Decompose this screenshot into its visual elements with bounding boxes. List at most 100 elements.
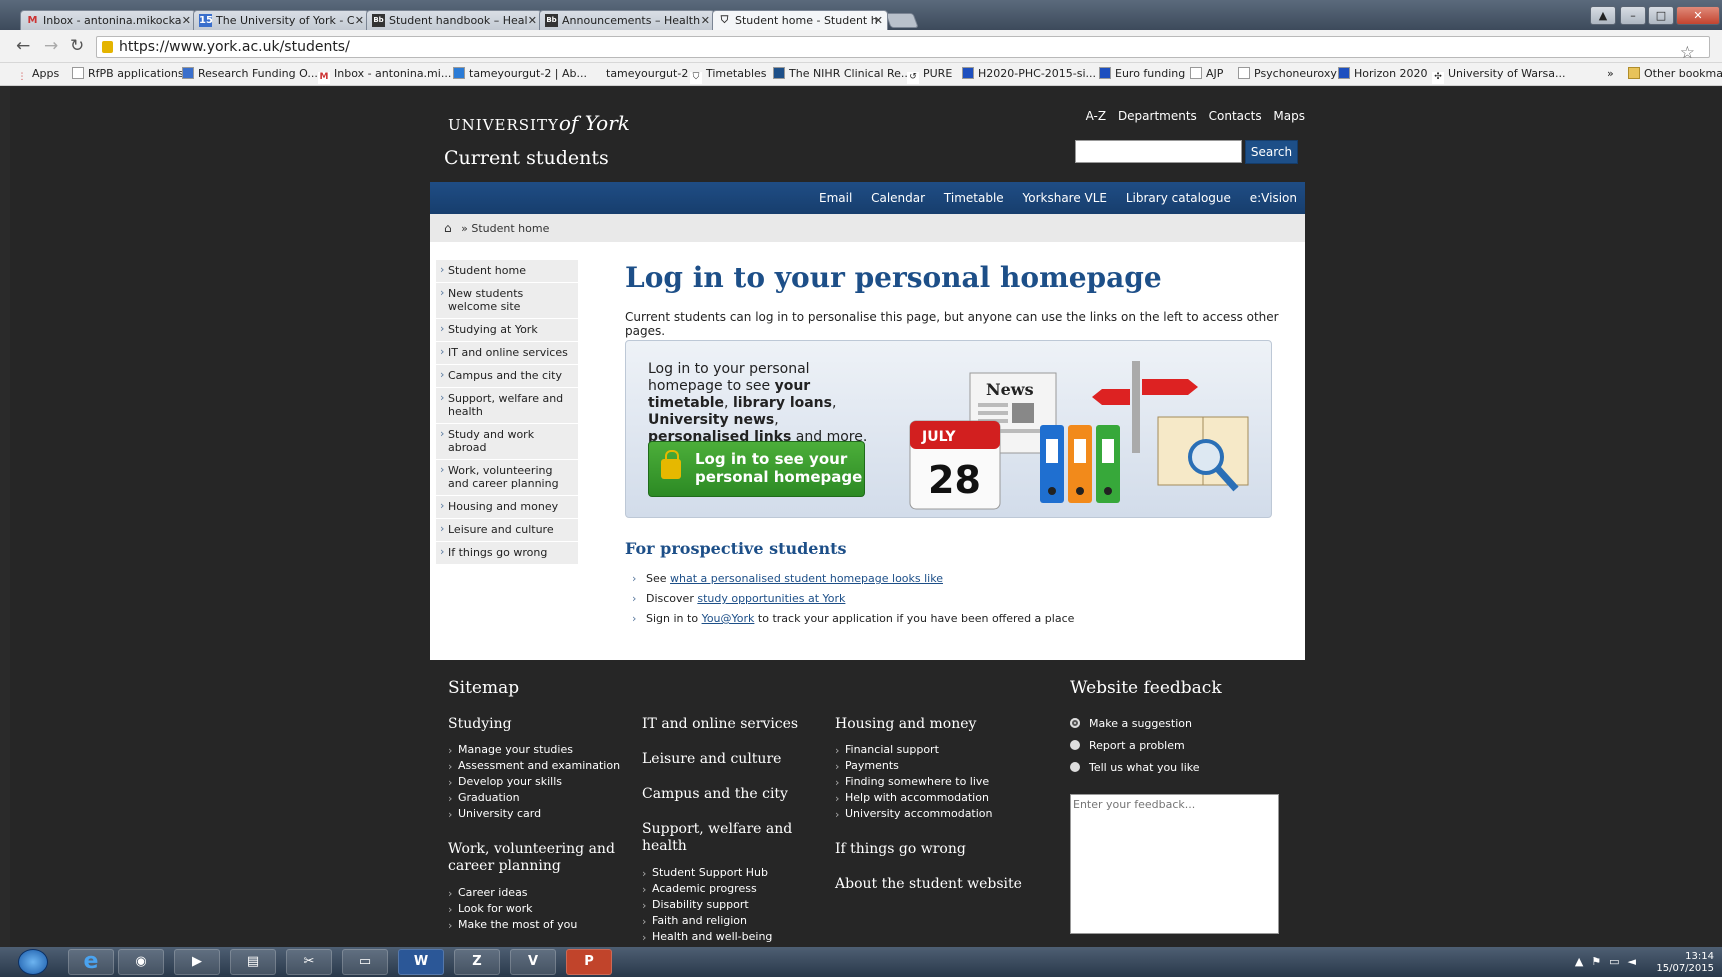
- footer-link[interactable]: Faith and religion: [642, 913, 772, 930]
- sidenav-support[interactable]: Support, welfare and health: [436, 388, 578, 424]
- new-tab-button[interactable]: [885, 13, 919, 28]
- footer-link[interactable]: Make the most of you: [448, 917, 577, 934]
- login-button[interactable]: Log in to see your personal homepage: [648, 441, 865, 497]
- bookmark-h2020[interactable]: H2020-PHC-2015-si...: [962, 67, 1096, 81]
- user-icon[interactable]: ▲: [1590, 6, 1616, 25]
- sidenav-things-go-wrong[interactable]: If things go wrong: [436, 542, 578, 565]
- home-icon[interactable]: ⌂: [444, 221, 452, 235]
- link-timetable[interactable]: Timetable: [944, 191, 1004, 205]
- footer-link[interactable]: Payments: [835, 758, 993, 775]
- tab-student-home[interactable]: ⛉ Student home - Student h ✕: [712, 10, 888, 30]
- system-tray-icons[interactable]: ▲⚑▭◄: [1575, 955, 1644, 968]
- bookmark-timetables[interactable]: ⛉ Timetables: [690, 67, 767, 84]
- sidenav-study-abroad[interactable]: Study and work abroad: [436, 424, 578, 460]
- internet-explorer-icon[interactable]: e: [68, 949, 114, 975]
- footer-link[interactable]: Develop your skills: [448, 774, 620, 791]
- bookmark-research-funding[interactable]: Research Funding O...: [182, 67, 318, 81]
- footer-studying-heading[interactable]: Studying: [448, 716, 512, 733]
- minimize-button[interactable]: –: [1620, 6, 1646, 25]
- footer-it-heading[interactable]: IT and online services: [642, 716, 798, 733]
- clock[interactable]: 13:14 15/07/2015: [1656, 951, 1714, 975]
- link-email[interactable]: Email: [819, 191, 852, 205]
- link-calendar[interactable]: Calendar: [871, 191, 925, 205]
- close-icon[interactable]: ✕: [182, 11, 191, 30]
- feedback-option-like[interactable]: Tell us what you like: [1070, 761, 1200, 774]
- powerpoint-icon[interactable]: P: [566, 949, 612, 975]
- link-maps[interactable]: Maps: [1273, 109, 1305, 123]
- footer-support-heading[interactable]: Support, welfare and health: [642, 821, 802, 855]
- bookmark-tameyourgut[interactable]: tameyourgut-2: [606, 67, 688, 81]
- bookmark-horizon-2020[interactable]: Horizon 2020: [1338, 67, 1428, 81]
- search-button[interactable]: Search: [1245, 140, 1298, 164]
- feedback-option-suggestion[interactable]: Make a suggestion: [1070, 717, 1192, 730]
- tab-student-handbook[interactable]: Bb Student handbook – Heal ✕: [366, 10, 542, 30]
- footer-link[interactable]: Manage your studies: [448, 742, 620, 759]
- footer-link[interactable]: Assessment and examination: [448, 758, 620, 775]
- footer-link[interactable]: Finding somewhere to live: [835, 774, 993, 791]
- folder-icon[interactable]: ▭: [342, 949, 388, 975]
- close-icon[interactable]: ✕: [355, 11, 364, 30]
- sidenav-campus[interactable]: Campus and the city: [436, 365, 578, 388]
- close-window-button[interactable]: ✕: [1676, 6, 1720, 25]
- bookmark-tameyourgut-ab[interactable]: tameyourgut-2 | Ab...: [453, 67, 587, 81]
- bookmark-other[interactable]: Other bookmar: [1628, 67, 1722, 81]
- snipping-tool-icon[interactable]: ✂: [286, 949, 332, 975]
- sidenav-new-students[interactable]: New students welcome site: [436, 283, 578, 319]
- footer-link[interactable]: Graduation: [448, 790, 620, 807]
- file-explorer-icon[interactable]: ▤: [230, 949, 276, 975]
- link-you-at-york[interactable]: You@York: [702, 612, 755, 625]
- bookmark-psychoneuroxy[interactable]: Psychoneuroxy: [1238, 67, 1337, 81]
- sidenav-work[interactable]: Work, volunteering and career planning: [436, 460, 578, 496]
- bookmark-rfpb[interactable]: RfPB applications: [72, 67, 184, 81]
- back-arrow-icon[interactable]: ←: [16, 36, 30, 56]
- footer-housing-heading[interactable]: Housing and money: [835, 716, 976, 733]
- footer-link[interactable]: Help with accommodation: [835, 790, 993, 807]
- bookmark-euro-funding[interactable]: Euro funding: [1099, 67, 1185, 81]
- sidenav-leisure[interactable]: Leisure and culture: [436, 519, 578, 542]
- footer-link[interactable]: Financial support: [835, 742, 993, 759]
- word-icon[interactable]: W: [398, 949, 444, 975]
- university-of-york-logo[interactable]: UNIVERSITYof York: [448, 111, 630, 135]
- bookmark-apps[interactable]: ⋮ Apps: [16, 67, 60, 84]
- footer-about-heading[interactable]: About the student website: [835, 876, 1022, 893]
- reload-icon[interactable]: ↻: [70, 36, 84, 56]
- start-button[interactable]: [18, 949, 48, 975]
- link-contacts[interactable]: Contacts: [1209, 109, 1262, 123]
- footer-link[interactable]: Health and well-being: [642, 929, 772, 946]
- address-bar[interactable]: https://www.york.ac.uk/students/ ☆: [96, 36, 1710, 62]
- link-library-catalogue[interactable]: Library catalogue: [1126, 191, 1231, 205]
- search-input[interactable]: [1075, 140, 1242, 163]
- link-study-opportunities[interactable]: study opportunities at York: [697, 592, 845, 605]
- bookmarks-overflow-chevron[interactable]: »: [1607, 67, 1614, 81]
- footer-link[interactable]: Academic progress: [642, 881, 772, 898]
- maximize-button[interactable]: □: [1648, 6, 1674, 25]
- bookmark-nihr[interactable]: The NIHR Clinical Re...: [773, 67, 911, 81]
- sidenav-it-services[interactable]: IT and online services: [436, 342, 578, 365]
- media-player-icon[interactable]: ▶: [174, 949, 220, 975]
- feedback-textarea[interactable]: [1070, 794, 1279, 934]
- feedback-option-problem[interactable]: Report a problem: [1070, 739, 1185, 752]
- bookmark-ajp[interactable]: AJP: [1190, 67, 1223, 81]
- close-icon[interactable]: ✕: [874, 11, 883, 30]
- link-departments[interactable]: Departments: [1118, 109, 1197, 123]
- tab-gmail[interactable]: M Inbox - antonina.mikocka ✕: [20, 10, 196, 30]
- tab-york-calendar[interactable]: 15 The University of York - C ✕: [193, 10, 369, 30]
- footer-wrong-heading[interactable]: If things go wrong: [835, 841, 966, 858]
- bookmark-inbox[interactable]: M Inbox - antonina.mi...: [318, 67, 451, 84]
- footer-work-heading[interactable]: Work, volunteering and career planning: [448, 841, 618, 875]
- chrome-icon[interactable]: ◉: [118, 949, 164, 975]
- link-yorkshare-vle[interactable]: Yorkshare VLE: [1023, 191, 1108, 205]
- close-icon[interactable]: ✕: [701, 11, 710, 30]
- vic-icon[interactable]: V: [510, 949, 556, 975]
- footer-link[interactable]: Career ideas: [448, 885, 577, 902]
- forward-arrow-icon[interactable]: →: [44, 36, 58, 56]
- sidenav-student-home[interactable]: Student home: [436, 260, 578, 283]
- zotero-icon[interactable]: Z: [454, 949, 500, 975]
- link-personalised-homepage[interactable]: what a personalised student homepage loo…: [670, 572, 943, 585]
- bookmark-university-warsaw[interactable]: ✣ University of Warsa...: [1432, 67, 1565, 84]
- footer-link[interactable]: University card: [448, 806, 620, 823]
- footer-campus-heading[interactable]: Campus and the city: [642, 786, 788, 803]
- footer-link[interactable]: Student Support Hub: [642, 865, 772, 882]
- section-title[interactable]: Current students: [444, 147, 609, 169]
- sidenav-studying[interactable]: Studying at York: [436, 319, 578, 342]
